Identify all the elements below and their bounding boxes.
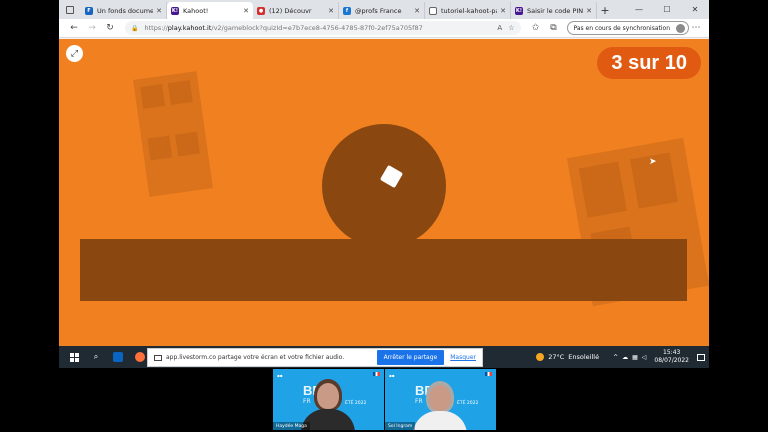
window-controls: — ☐ ✕ — [625, 0, 709, 19]
cam-brand-line2: FR — [303, 398, 311, 405]
question-banner — [80, 239, 687, 301]
url-host: play.kahoot.it — [167, 24, 212, 32]
chevron-up-icon[interactable]: ^ — [613, 354, 618, 361]
decorative-shape — [133, 71, 213, 197]
tab-favicon-icon: ● — [257, 6, 265, 15]
participant-name: Sol Ingram — [385, 422, 416, 430]
person-head — [429, 385, 451, 411]
participant-name: Haydée Maga — [273, 422, 310, 430]
tab-close-icon[interactable]: ✕ — [586, 7, 592, 15]
tab-4[interactable]: tutoriel-kahoot-pa ✕ — [425, 2, 511, 19]
tab-favicon-icon — [429, 6, 437, 15]
tab-label: Un fonds documen — [97, 6, 154, 15]
kahoot-game-area: ⤢ 3 sur 10 ➤ — [59, 39, 709, 346]
weather-text: Ensoleillé — [568, 353, 600, 361]
cloud-icon[interactable]: ☁ — [622, 354, 628, 361]
tab-close-icon[interactable]: ✕ — [500, 7, 506, 15]
webcam-tile[interactable]: ▪▪ BP FR ÉTÉ 2022 Sol Ingram — [385, 369, 496, 430]
french-flag-icon — [485, 372, 492, 376]
url-path: /v2/gameblock?quizId=e7b7ece8-4756-4785-… — [211, 24, 423, 32]
sun-icon — [536, 353, 545, 361]
cam-brand-line2: FR — [415, 398, 423, 405]
cam-logo: ▪▪ — [389, 373, 395, 378]
url-field[interactable]: 🔒 https:// play.kahoot.it /v2/gameblock?… — [125, 21, 521, 35]
french-flag-icon — [373, 372, 380, 376]
screen-share-view: F Un fonds documen ✕ K! Kahoot! ✕ ● (12)… — [59, 0, 709, 368]
search-icon[interactable]: ⌕ — [85, 346, 107, 368]
screen-share-bar: app.livestorm.co partage votre écran et … — [147, 348, 483, 367]
clock-time: 15:43 — [663, 349, 681, 356]
timer-circle — [322, 124, 446, 248]
tab-favicon-icon: K! — [515, 6, 523, 15]
cam-edition: ÉTÉ 2022 — [345, 401, 367, 406]
system-tray: 27°C Ensoleillé ^ ☁ ▦ ◁ 15:43 08/07/2022 — [536, 346, 705, 368]
tab-label: Saisir le code PIN — [527, 6, 584, 15]
tab-1[interactable]: K! Kahoot! ✕ — [167, 2, 253, 19]
tab-favicon-icon: K! — [171, 6, 179, 15]
sync-label: Pas en cours de synchronisation — [573, 24, 671, 32]
tab-5[interactable]: K! Saisir le code PIN ✕ — [511, 2, 597, 19]
read-aloud-icon[interactable]: A — [497, 24, 502, 32]
tab-close-icon[interactable]: ✕ — [156, 7, 162, 15]
weather-temp: 27°C — [548, 353, 565, 361]
favorites-icon[interactable]: ✩ — [527, 23, 545, 33]
share-screen-icon — [154, 354, 162, 361]
new-tab-button[interactable]: + — [597, 2, 613, 19]
person-head — [317, 383, 339, 409]
share-message: app.livestorm.co partage votre écran et … — [166, 354, 345, 361]
webcam-tile[interactable]: ▪▪ BP FR ÉTÉ 2022 Haydée Maga — [273, 369, 384, 430]
person-body — [413, 411, 467, 430]
back-icon[interactable]: ← — [65, 23, 83, 33]
hide-button[interactable]: Masquer — [450, 354, 476, 361]
tab-3[interactable]: f @profs France ✕ — [339, 2, 425, 19]
tab-label: (12) Découvr — [269, 6, 312, 15]
close-window-icon[interactable]: ✕ — [681, 5, 709, 14]
tab-2[interactable]: ● (12) Découvr ✕ — [253, 2, 339, 19]
windows-start-icon[interactable] — [63, 346, 85, 368]
fullscreen-icon[interactable]: ⤢ — [66, 45, 83, 62]
browser-tab-bar: F Un fonds documen ✕ K! Kahoot! ✕ ● (12)… — [59, 0, 709, 19]
cam-edition: ÉTÉ 2022 — [457, 401, 479, 406]
maximize-icon[interactable]: ☐ — [653, 5, 681, 14]
lock-icon: 🔒 — [131, 24, 139, 32]
tab-favicon-icon: f — [343, 6, 351, 15]
sync-button[interactable]: Pas en cours de synchronisation — [566, 21, 689, 35]
outlook-icon[interactable] — [107, 346, 129, 368]
collections-icon[interactable]: ⧉ — [545, 23, 563, 33]
tab-label: tutoriel-kahoot-pa — [441, 6, 498, 15]
network-icon[interactable]: ▦ — [632, 354, 638, 361]
tray-icons: ^ ☁ ▦ ◁ — [613, 354, 646, 361]
tab-0[interactable]: F Un fonds documen ✕ — [81, 2, 167, 19]
volume-icon[interactable]: ◁ — [642, 354, 647, 361]
forward-icon[interactable]: → — [83, 23, 101, 33]
address-bar: ← → ↻ 🔒 https:// play.kahoot.it /v2/game… — [59, 19, 709, 38]
tab-label: Kahoot! — [183, 6, 209, 15]
tab-label: @profs France — [355, 6, 402, 15]
weather-widget[interactable]: 27°C Ensoleillé — [536, 353, 599, 361]
tab-close-icon[interactable]: ✕ — [328, 7, 334, 15]
more-menu-icon[interactable]: ⋯ — [689, 23, 703, 33]
reload-icon[interactable]: ↻ — [101, 23, 119, 33]
clock[interactable]: 15:43 08/07/2022 — [654, 349, 689, 365]
clock-date: 08/07/2022 — [654, 357, 689, 364]
question-counter: 3 sur 10 — [597, 47, 701, 79]
avatar — [676, 24, 685, 33]
favorite-star-icon[interactable]: ☆ — [508, 24, 514, 32]
mouse-cursor-icon: ➤ — [649, 157, 657, 167]
tab-close-icon[interactable]: ✕ — [414, 7, 420, 15]
minimize-icon[interactable]: — — [625, 5, 653, 14]
cam-logo: ▪▪ — [277, 373, 283, 378]
notification-icon[interactable] — [697, 353, 705, 361]
tab-actions-icon[interactable] — [59, 0, 81, 19]
tab-favicon-icon: F — [85, 6, 93, 15]
tab-close-icon[interactable]: ✕ — [243, 7, 249, 15]
stop-sharing-button[interactable]: Arrêter le partage — [376, 350, 445, 365]
url-prefix: https:// — [144, 24, 168, 32]
